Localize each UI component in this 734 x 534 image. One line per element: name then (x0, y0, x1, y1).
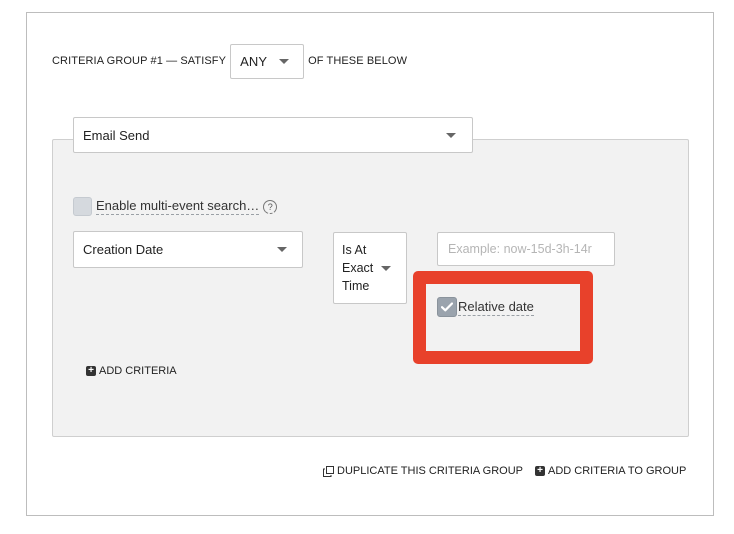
add-criteria-to-group-button[interactable]: + ADD CRITERIA TO GROUP (535, 463, 686, 479)
duplicate-icon (323, 465, 334, 477)
plus-icon: + (535, 466, 545, 476)
relative-date-checkbox[interactable] (437, 297, 457, 317)
group-header-suffix: OF THESE BELOW (308, 55, 408, 67)
event-type-value: Email Send (83, 127, 150, 143)
event-type-select[interactable]: Email Send (73, 117, 473, 153)
criteria-group-header: CRITERIA GROUP #1 — SATISFY ANY OF THESE… (52, 43, 407, 79)
add-criteria-to-group-label: ADD CRITERIA TO GROUP (548, 465, 687, 477)
checkmark-icon (441, 302, 453, 312)
criteria-field-select[interactable]: Creation Date (73, 231, 303, 268)
operator-value: Is At Exact Time (342, 241, 382, 295)
criteria-field-value: Creation Date (83, 242, 164, 257)
chevron-down-icon (446, 132, 456, 138)
date-value-input[interactable] (437, 232, 615, 266)
group-header-prefix: CRITERIA GROUP #1 — SATISFY (52, 55, 227, 67)
multi-event-label: Enable multi-event search… (96, 198, 260, 215)
chevron-down-icon (381, 266, 391, 271)
operator-line: Time (342, 279, 370, 293)
relative-date-option: Relative date (437, 296, 534, 318)
operator-line: Is At (342, 243, 367, 257)
question-circle-icon[interactable]: ? (263, 199, 278, 214)
multi-event-option: Enable multi-event search… ? (73, 196, 278, 217)
chevron-down-icon (279, 58, 290, 64)
operator-select[interactable]: Is At Exact Time (333, 232, 407, 304)
multi-event-checkbox[interactable] (73, 197, 92, 216)
add-criteria-button[interactable]: + ADD CRITERIA (86, 363, 177, 379)
add-criteria-label: ADD CRITERIA (99, 365, 177, 377)
match-type-value: ANY (240, 53, 268, 69)
relative-date-label: Relative date (458, 298, 534, 316)
chevron-down-icon (277, 247, 287, 252)
duplicate-group-button[interactable]: DUPLICATE THIS CRITERIA GROUP (323, 463, 523, 479)
plus-icon: + (86, 366, 96, 376)
operator-line: Exact (342, 261, 374, 275)
match-type-select[interactable]: ANY (230, 43, 305, 79)
duplicate-group-label: DUPLICATE THIS CRITERIA GROUP (337, 465, 524, 477)
